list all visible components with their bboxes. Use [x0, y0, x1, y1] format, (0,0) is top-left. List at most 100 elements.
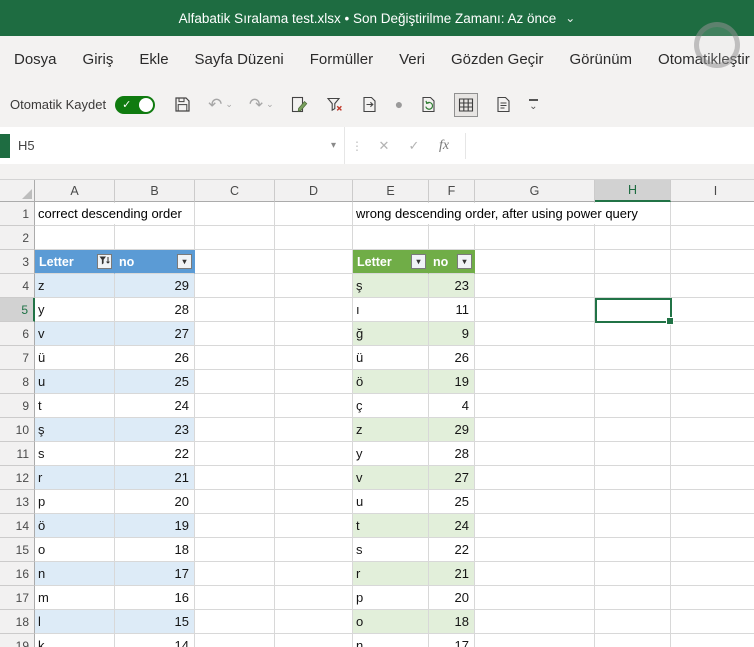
cell-F7[interactable]: 26 [429, 346, 475, 370]
cell-B7[interactable]: 26 [115, 346, 195, 370]
filter-dropdown-button[interactable]: ▾ [411, 254, 426, 269]
cell-C8[interactable] [195, 370, 275, 394]
cell-F3[interactable]: no ▾ [429, 250, 475, 274]
cell-G13[interactable] [475, 490, 595, 514]
cell-H13[interactable] [595, 490, 671, 514]
cell-G19[interactable] [475, 634, 595, 647]
cell-I13[interactable] [671, 490, 754, 514]
cell-A16[interactable]: n [35, 562, 115, 586]
filter-dropdown-button[interactable]: ▾ [177, 254, 192, 269]
cell-H15[interactable] [595, 538, 671, 562]
tab-dosya[interactable]: Dosya [14, 51, 57, 68]
cell-E13[interactable]: u [353, 490, 429, 514]
record-macro-icon[interactable]: ● [395, 95, 403, 114]
cell-I7[interactable] [671, 346, 754, 370]
cell-C15[interactable] [195, 538, 275, 562]
cell-C9[interactable] [195, 394, 275, 418]
cell-C10[interactable] [195, 418, 275, 442]
cell-I10[interactable] [671, 418, 754, 442]
cell-B14[interactable]: 19 [115, 514, 195, 538]
cell-C2[interactable] [195, 226, 275, 250]
cell-B16[interactable]: 17 [115, 562, 195, 586]
cell-G15[interactable] [475, 538, 595, 562]
column-header-F[interactable]: F [429, 180, 475, 202]
cell-A4[interactable]: z [35, 274, 115, 298]
row-header-10[interactable]: 10 [0, 418, 35, 442]
cell-I17[interactable] [671, 586, 754, 610]
cell-B3[interactable]: no ▾ [115, 250, 195, 274]
cell-I14[interactable] [671, 514, 754, 538]
cell-E12[interactable]: v [353, 466, 429, 490]
cell-A18[interactable]: l [35, 610, 115, 634]
row-header-1[interactable]: 1 [0, 202, 35, 226]
cell-F5[interactable]: 11 [429, 298, 475, 322]
cancel-icon[interactable]: ✕ [369, 138, 399, 154]
cell-A13[interactable]: p [35, 490, 115, 514]
row-header-5[interactable]: 5 [0, 298, 35, 322]
cell-I6[interactable] [671, 322, 754, 346]
cell-I3[interactable] [671, 250, 754, 274]
cell-I8[interactable] [671, 370, 754, 394]
cell-H12[interactable] [595, 466, 671, 490]
cell-E15[interactable]: s [353, 538, 429, 562]
cell-C5[interactable] [195, 298, 275, 322]
cell-H14[interactable] [595, 514, 671, 538]
cell-D17[interactable] [275, 586, 353, 610]
cell-H17[interactable] [595, 586, 671, 610]
cell-C13[interactable] [195, 490, 275, 514]
column-header-E[interactable]: E [353, 180, 429, 202]
cell-E2[interactable] [353, 226, 429, 250]
cell-E3[interactable]: Letter ▾ [353, 250, 429, 274]
tab-go-zden-gec-ir[interactable]: Gözden Geçir [451, 51, 544, 68]
cell-H3[interactable] [595, 250, 671, 274]
cell-B13[interactable]: 20 [115, 490, 195, 514]
row-header-7[interactable]: 7 [0, 346, 35, 370]
row-header-18[interactable]: 18 [0, 610, 35, 634]
cell-I5[interactable] [671, 298, 754, 322]
cell-F14[interactable]: 24 [429, 514, 475, 538]
sort-filter-button[interactable] [97, 254, 112, 269]
cell-C11[interactable] [195, 442, 275, 466]
clear-filter-icon[interactable] [325, 95, 344, 114]
cell-A5[interactable]: y [35, 298, 115, 322]
cell-C12[interactable] [195, 466, 275, 490]
row-header-15[interactable]: 15 [0, 538, 35, 562]
cell-G6[interactable] [475, 322, 595, 346]
cell-H19[interactable] [595, 634, 671, 647]
row-header-8[interactable]: 8 [0, 370, 35, 394]
cell-F16[interactable]: 21 [429, 562, 475, 586]
cell-E18[interactable]: o [353, 610, 429, 634]
column-header-D[interactable]: D [275, 180, 353, 202]
cell-I16[interactable] [671, 562, 754, 586]
cell-H8[interactable] [595, 370, 671, 394]
cell-F9[interactable]: 4 [429, 394, 475, 418]
cell-C6[interactable] [195, 322, 275, 346]
column-header-C[interactable]: C [195, 180, 275, 202]
export-document-icon[interactable] [360, 95, 379, 114]
cell-D4[interactable] [275, 274, 353, 298]
cell-E9[interactable]: ç [353, 394, 429, 418]
cell-B19[interactable]: 14 [115, 634, 195, 647]
row-header-3[interactable]: 3 [0, 250, 35, 274]
cell-D16[interactable] [275, 562, 353, 586]
cell-H2[interactable] [595, 226, 671, 250]
cell-I19[interactable] [671, 634, 754, 647]
cell-F10[interactable]: 29 [429, 418, 475, 442]
cell-A11[interactable]: s [35, 442, 115, 466]
redo-dropdown-icon[interactable]: ⌄ [266, 95, 274, 114]
row-header-2[interactable]: 2 [0, 226, 35, 250]
cell-B15[interactable]: 18 [115, 538, 195, 562]
cell-G18[interactable] [475, 610, 595, 634]
cell-I9[interactable] [671, 394, 754, 418]
insert-function-icon[interactable]: fx [429, 138, 459, 154]
redo-icon[interactable]: ↷ ⌄ [249, 95, 274, 114]
cell-D8[interactable] [275, 370, 353, 394]
cell-A6[interactable]: v [35, 322, 115, 346]
cell-F2[interactable] [429, 226, 475, 250]
cell-H11[interactable] [595, 442, 671, 466]
cell-C4[interactable] [195, 274, 275, 298]
cell-B8[interactable]: 25 [115, 370, 195, 394]
enter-icon[interactable]: ✓ [399, 138, 429, 154]
cell-G7[interactable] [475, 346, 595, 370]
cell-A3[interactable]: Letter [35, 250, 115, 274]
